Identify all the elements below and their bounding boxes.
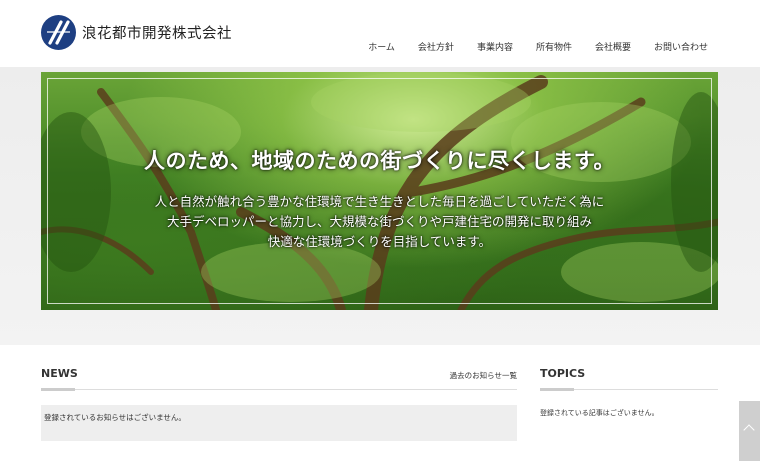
topics-section: TOPICS 登録されている記事はございません。: [540, 362, 718, 418]
nav-properties[interactable]: 所有物件: [536, 40, 572, 53]
hero-line: 快適な住環境づくりを目指しています。: [267, 234, 492, 249]
news-empty-message: 登録されているお知らせはございません。: [41, 405, 517, 441]
topics-empty-message: 登録されている記事はございません。: [540, 409, 659, 417]
page-top-button[interactable]: [739, 401, 760, 461]
hero-frame: [47, 78, 712, 304]
company-logo-icon: [41, 15, 76, 50]
news-title-underline: [41, 388, 75, 391]
nav-company-profile[interactable]: 会社概要: [595, 40, 631, 53]
hero-banner: 人のため、地域のための街づくりに尽くします。 人と自然が触れ合う豊かな住環境で生…: [41, 72, 718, 310]
site-logo[interactable]: 浪花都市開発株式会社: [41, 15, 232, 50]
topics-header: TOPICS: [540, 362, 718, 391]
hero-title: 人のため、地域のための街づくりに尽くします。: [144, 149, 615, 173]
chevron-up-icon: [743, 424, 755, 436]
nav-business[interactable]: 事業内容: [477, 40, 513, 53]
hero-line: 大手デベロッパーと協力し、大規模な街づくりや戸建住宅の開発に取り組み: [166, 214, 592, 229]
topics-title-underline: [540, 388, 574, 391]
news-section: NEWS 過去のお知らせ一覧 登録されているお知らせはございません。: [41, 362, 517, 441]
news-title: NEWS: [41, 367, 78, 380]
news-header: NEWS 過去のお知らせ一覧: [41, 362, 517, 391]
hero-line: 人と自然が触れ合う豊かな住環境で生き生きとした毎日を過ごしていただく為に: [154, 194, 605, 209]
company-name: 浪花都市開発株式会社: [82, 26, 232, 42]
hero-text: 人と自然が触れ合う豊かな住環境で生き生きとした毎日を過ごしていただく為に 大手デ…: [41, 192, 718, 252]
nav-contact[interactable]: お問い合わせ: [654, 40, 708, 53]
nav-home[interactable]: ホーム: [368, 40, 395, 53]
topics-title: TOPICS: [540, 367, 586, 380]
news-archive-link[interactable]: 過去のお知らせ一覧: [450, 370, 517, 381]
global-nav: ホーム 会社方針 事業内容 所有物件 会社概要 お問い合わせ: [345, 40, 708, 53]
nav-company-policy[interactable]: 会社方針: [418, 40, 454, 53]
site-header: 浪花都市開発株式会社 ホーム 会社方針 事業内容 所有物件 会社概要 お問い合わ…: [0, 0, 760, 67]
